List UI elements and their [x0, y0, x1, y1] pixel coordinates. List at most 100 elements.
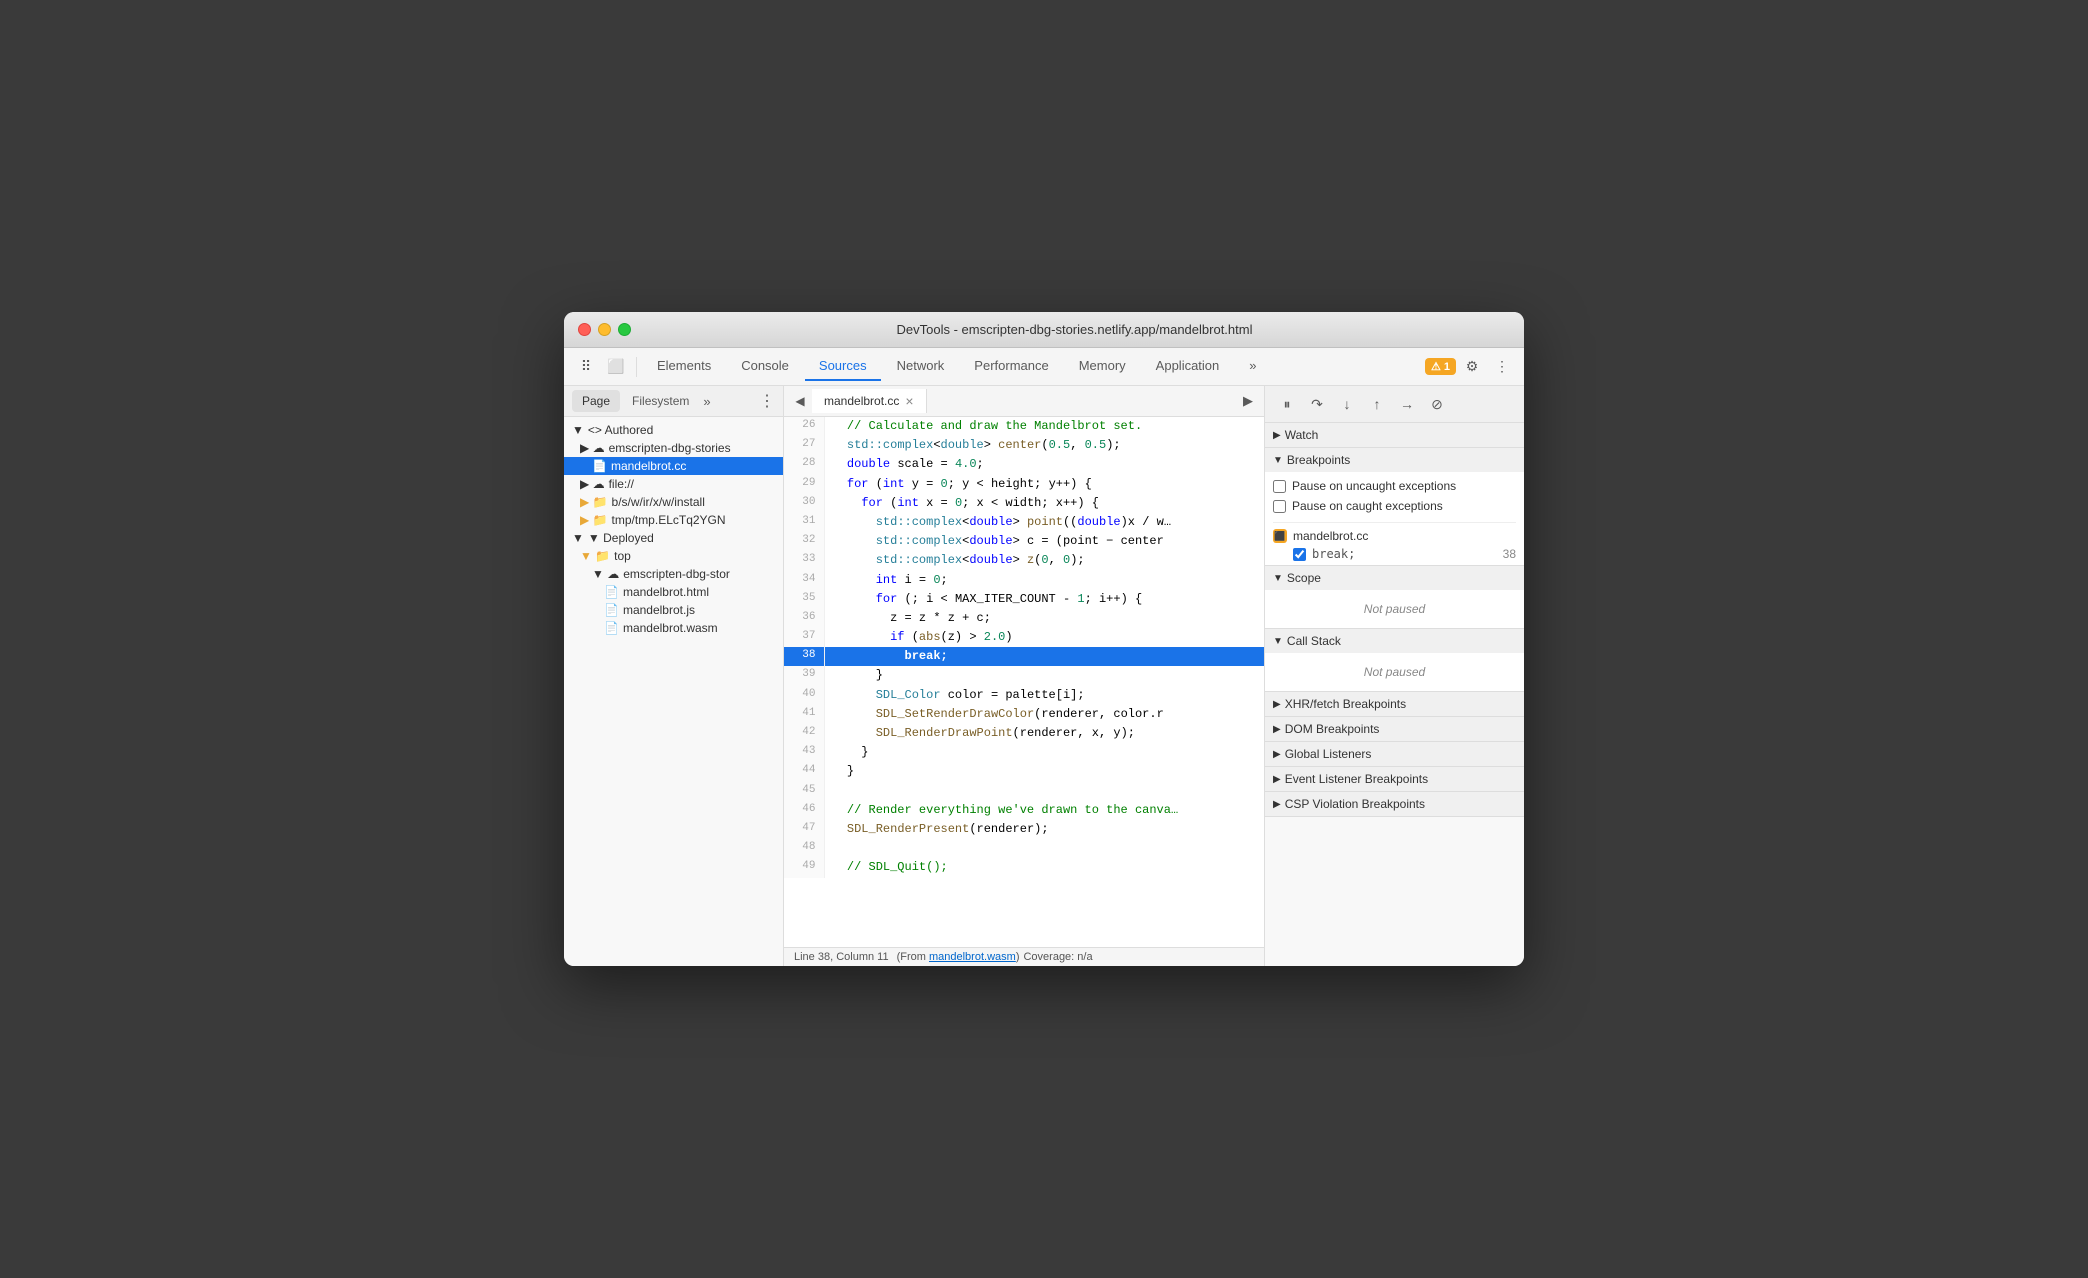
tab-nav-right[interactable]: ▶ — [1236, 386, 1260, 416]
global-listeners-header[interactable]: ▶ Global Listeners — [1265, 742, 1524, 766]
line-number: 35 — [784, 590, 824, 609]
pause-uncaught-checkbox[interactable] — [1273, 480, 1286, 493]
breakpoint-line: 38 — [1503, 547, 1516, 561]
xhr-breakpoints-header[interactable]: ▶ XHR/fetch Breakpoints — [1265, 692, 1524, 716]
event-listener-header[interactable]: ▶ Event Listener Breakpoints — [1265, 767, 1524, 791]
pause-caught-label: Pause on caught exceptions — [1292, 499, 1443, 513]
line-number: 36 — [784, 609, 824, 628]
folder-icon: ▶ 📁 — [580, 513, 608, 527]
editor-tab-bar: ◀ mandelbrot.cc × ▶ — [784, 386, 1264, 417]
tree-label: mandelbrot.wasm — [623, 621, 718, 635]
tree-authored[interactable]: ▼ <> Authored — [564, 421, 783, 439]
tree-mandelbrot-js[interactable]: 📄 mandelbrot.js — [564, 601, 783, 619]
tab-nav-left[interactable]: ◀ — [788, 386, 812, 416]
tree-emscripten-authored[interactable]: ▶ ☁ emscripten-dbg-stories — [564, 439, 783, 457]
step-into-button[interactable]: ↓ — [1333, 390, 1361, 418]
line-number: 26 — [784, 417, 824, 436]
tab-application[interactable]: Application — [1142, 352, 1234, 381]
expand-icon: ▼ — [572, 423, 584, 437]
code-line-31: 31 std::complex<double> point((double)x … — [784, 513, 1264, 532]
tab-more[interactable]: » — [1235, 352, 1270, 381]
cursor-icon[interactable]: ⠿ — [572, 353, 600, 381]
code-table: 26 // Calculate and draw the Mandelbrot … — [784, 417, 1264, 878]
tree-label: top — [614, 549, 631, 563]
tree-label: ▼ Deployed — [588, 531, 654, 545]
breakpoint-checkbox[interactable] — [1293, 548, 1306, 561]
line-code: z = z * z + c; — [824, 609, 1264, 628]
csp-breakpoints-label: CSP Violation Breakpoints — [1285, 797, 1425, 811]
editor-tab-mandelbrot[interactable]: mandelbrot.cc × — [812, 389, 927, 413]
tree-emscripten-deployed[interactable]: ▼ ☁ emscripten-dbg-stor — [564, 565, 783, 583]
tree-top[interactable]: ▼ 📁 top — [564, 547, 783, 565]
xhr-arrow-icon: ▶ — [1273, 699, 1281, 710]
traffic-lights — [578, 323, 631, 336]
tree-mandelbrot-cc[interactable]: 📄 mandelbrot.cc — [564, 457, 783, 475]
step-out-button[interactable]: ↑ — [1363, 390, 1391, 418]
tree-tmp[interactable]: ▶ 📁 tmp/tmp.ELcTq2YGN — [564, 511, 783, 529]
watch-header[interactable]: ▶ Watch — [1265, 423, 1524, 447]
warning-badge[interactable]: ⚠ 1 — [1425, 358, 1456, 375]
panel-tab-dots[interactable]: ⋮ — [759, 391, 775, 411]
folder-icon: ▶ 📁 — [580, 495, 608, 509]
maximize-button[interactable] — [618, 323, 631, 336]
minimize-button[interactable] — [598, 323, 611, 336]
tab-filename: mandelbrot.cc — [824, 394, 899, 408]
csp-breakpoints-header[interactable]: ▶ CSP Violation Breakpoints — [1265, 792, 1524, 816]
csp-arrow-icon: ▶ — [1273, 799, 1281, 810]
tree-label: emscripten-dbg-stor — [623, 567, 730, 581]
tab-sources[interactable]: Sources — [805, 352, 881, 381]
expand-icon: ▶ ☁ — [580, 477, 605, 491]
device-icon[interactable]: ⬜ — [602, 353, 630, 381]
deactivate-breakpoints-button[interactable]: ⊘ — [1423, 390, 1451, 418]
line-number: 44 — [784, 762, 824, 781]
pause-caught-checkbox[interactable] — [1273, 500, 1286, 513]
main-toolbar: ⠿ ⬜ Elements Console Sources Network Per… — [564, 348, 1524, 386]
tree-deployed[interactable]: ▼ ▼ Deployed — [564, 529, 783, 547]
tab-page[interactable]: Page — [572, 390, 620, 412]
scope-header[interactable]: ▼ Scope — [1265, 566, 1524, 590]
line-code: for (int x = 0; x < width; x++) { — [824, 494, 1264, 513]
settings-icon[interactable]: ⚙ — [1458, 353, 1486, 381]
tab-performance[interactable]: Performance — [960, 352, 1062, 381]
tab-elements[interactable]: Elements — [643, 352, 725, 381]
breakpoint-group: ⬛ mandelbrot.cc break; 38 — [1273, 522, 1516, 561]
tree-mandelbrot-wasm[interactable]: 📄 mandelbrot.wasm — [564, 619, 783, 637]
breakpoint-item-row: break; 38 — [1273, 547, 1516, 561]
coverage-label: Coverage: n/a — [1023, 951, 1092, 963]
line-code: break; — [824, 647, 1264, 666]
breakpoint-filename: mandelbrot.cc — [1293, 529, 1368, 543]
left-panel: Page Filesystem » ⋮ ▼ <> Authored ▶ ☁ em… — [564, 386, 784, 966]
more-options-icon[interactable]: ⋮ — [1488, 353, 1516, 381]
line-code: std::complex<double> point((double)x / w… — [824, 513, 1264, 532]
step-over-button[interactable]: ↷ — [1303, 390, 1331, 418]
close-button[interactable] — [578, 323, 591, 336]
line-number: 34 — [784, 571, 824, 590]
toolbar-separator — [636, 357, 637, 377]
pause-resume-button[interactable]: ⏸ — [1273, 390, 1301, 418]
code-line-43: 43 } — [784, 743, 1264, 762]
breakpoint-file-row: ⬛ mandelbrot.cc — [1273, 529, 1516, 543]
line-code: SDL_RenderPresent(renderer); — [824, 820, 1264, 839]
tab-memory[interactable]: Memory — [1065, 352, 1140, 381]
tree-file-url[interactable]: ▶ ☁ file:// — [564, 475, 783, 493]
tab-network[interactable]: Network — [883, 352, 959, 381]
tab-console[interactable]: Console — [727, 352, 803, 381]
from-file-link[interactable]: mandelbrot.wasm — [929, 951, 1016, 963]
step-button[interactable]: → — [1393, 390, 1421, 418]
call-stack-header[interactable]: ▼ Call Stack — [1265, 629, 1524, 653]
tree-install[interactable]: ▶ 📁 b/s/w/ir/x/w/install — [564, 493, 783, 511]
panel-tab-more[interactable]: » — [703, 394, 710, 409]
breakpoints-header[interactable]: ▼ Breakpoints — [1265, 448, 1524, 472]
tree-mandelbrot-html[interactable]: 📄 mandelbrot.html — [564, 583, 783, 601]
code-area[interactable]: 26 // Calculate and draw the Mandelbrot … — [784, 417, 1264, 947]
code-line-37: 37 if (abs(z) > 2.0) — [784, 628, 1264, 647]
tab-close-icon[interactable]: × — [905, 394, 913, 408]
line-number: 46 — [784, 801, 824, 820]
line-number: 27 — [784, 436, 824, 455]
tab-filesystem[interactable]: Filesystem — [622, 390, 699, 412]
code-line-48: 48 — [784, 839, 1264, 858]
line-number: 38 — [784, 647, 824, 666]
line-number: 48 — [784, 839, 824, 858]
event-listener-arrow-icon: ▶ — [1273, 774, 1281, 785]
dom-breakpoints-header[interactable]: ▶ DOM Breakpoints — [1265, 717, 1524, 741]
